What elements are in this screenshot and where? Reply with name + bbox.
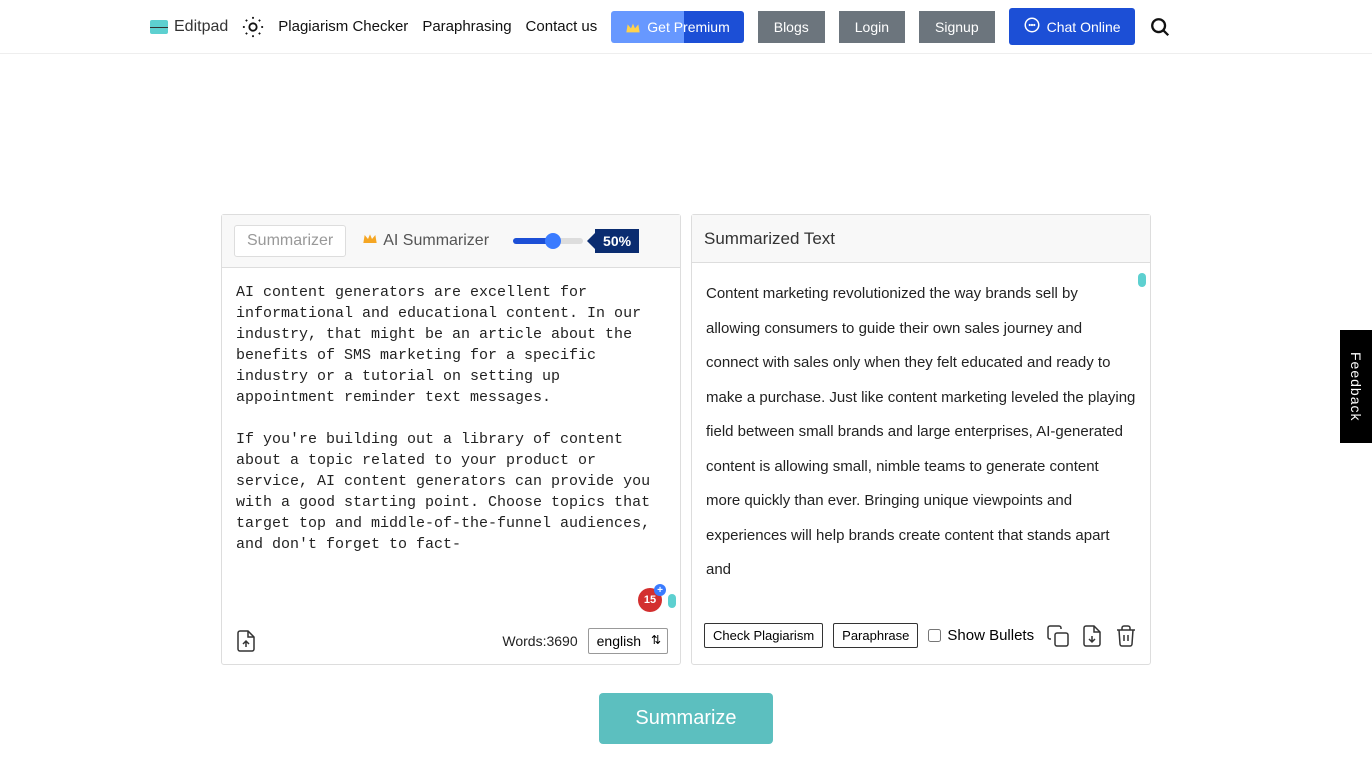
logo-link[interactable]: Editpad bbox=[150, 18, 228, 36]
top-header: Editpad Plagiarism Checker Paraphrasing … bbox=[0, 0, 1372, 54]
login-button[interactable]: Login bbox=[839, 11, 905, 43]
summarized-text-title: Summarized Text bbox=[704, 229, 835, 249]
input-panel-footer: Words:3690 english bbox=[222, 618, 680, 664]
scroll-indicator-icon[interactable] bbox=[668, 594, 676, 608]
show-bullets-label: Show Bullets bbox=[947, 627, 1034, 644]
show-bullets-checkbox[interactable] bbox=[928, 629, 941, 642]
nav-plagiarism-checker[interactable]: Plagiarism Checker bbox=[278, 18, 408, 35]
tab-ai-summarizer-label: AI Summarizer bbox=[383, 232, 489, 250]
header-left: Editpad Plagiarism Checker Paraphrasing … bbox=[150, 8, 1171, 45]
summarize-button[interactable]: Summarize bbox=[599, 693, 772, 744]
chat-online-button[interactable]: Chat Online bbox=[1009, 8, 1135, 45]
get-premium-button[interactable]: Get Premium bbox=[611, 11, 743, 43]
slider-track[interactable] bbox=[513, 238, 583, 244]
crown-icon bbox=[625, 21, 641, 33]
get-premium-label: Get Premium bbox=[647, 19, 729, 35]
language-select[interactable]: english bbox=[588, 628, 668, 654]
output-panel: Summarized Text Content marketing revolu… bbox=[691, 214, 1151, 665]
download-icon[interactable] bbox=[1080, 624, 1104, 648]
chat-online-label: Chat Online bbox=[1047, 19, 1121, 35]
check-plagiarism-button[interactable]: Check Plagiarism bbox=[704, 623, 823, 648]
copy-icon[interactable] bbox=[1046, 624, 1070, 648]
word-count: Words:3690 bbox=[502, 633, 577, 649]
output-panel-footer: Check Plagiarism Paraphrase Show Bullets bbox=[692, 613, 1150, 658]
chat-icon bbox=[1023, 16, 1041, 37]
feedback-tab[interactable]: Feedback bbox=[1340, 330, 1372, 443]
input-text-content[interactable]: AI content generators are excellent for … bbox=[236, 282, 666, 555]
upload-file-icon[interactable] bbox=[234, 629, 258, 653]
tab-summarizer[interactable]: Summarizer bbox=[234, 225, 346, 257]
crown-icon bbox=[362, 232, 378, 250]
signup-button[interactable]: Signup bbox=[919, 11, 995, 43]
tab-ai-summarizer[interactable]: AI Summarizer bbox=[362, 232, 489, 250]
slider-thumb[interactable] bbox=[545, 233, 561, 249]
paraphrase-button[interactable]: Paraphrase bbox=[833, 623, 918, 648]
input-text-area[interactable]: AI content generators are excellent for … bbox=[222, 268, 680, 618]
output-text-area: Content marketing revolutionized the way… bbox=[692, 263, 1150, 613]
search-icon[interactable] bbox=[1149, 16, 1171, 38]
logo-text: Editpad bbox=[174, 18, 228, 36]
output-panel-header: Summarized Text bbox=[692, 215, 1150, 263]
suggestions-badge[interactable]: 15 bbox=[638, 588, 662, 612]
nav-contact-us[interactable]: Contact us bbox=[526, 18, 598, 35]
summary-length-slider[interactable]: 50% bbox=[513, 229, 639, 253]
word-count-label: Words: bbox=[502, 633, 546, 649]
show-bullets-toggle[interactable]: Show Bullets bbox=[928, 627, 1034, 644]
blogs-button[interactable]: Blogs bbox=[758, 11, 825, 43]
input-panel-header: Summarizer AI Summarizer 50% bbox=[222, 215, 680, 268]
theme-toggle-icon[interactable] bbox=[242, 16, 264, 38]
scroll-indicator-icon[interactable] bbox=[1138, 273, 1146, 287]
logo-icon bbox=[150, 20, 168, 34]
delete-icon[interactable] bbox=[1114, 624, 1138, 648]
word-count-value: 3690 bbox=[546, 633, 577, 649]
nav-paraphrasing[interactable]: Paraphrasing bbox=[422, 18, 511, 35]
input-panel: Summarizer AI Summarizer 50% AI content … bbox=[221, 214, 681, 665]
output-text-content: Content marketing revolutionized the way… bbox=[706, 277, 1136, 588]
main-content: Summarizer AI Summarizer 50% AI content … bbox=[0, 54, 1372, 665]
slider-value-badge: 50% bbox=[595, 229, 639, 253]
